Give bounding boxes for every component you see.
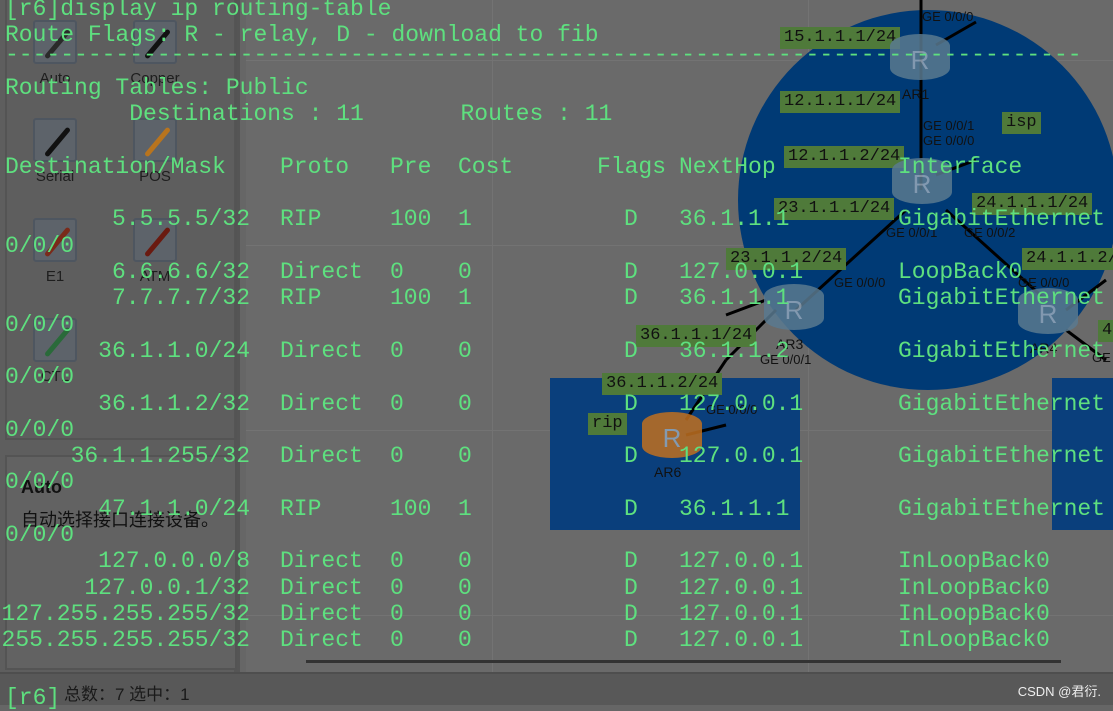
tool-serial[interactable]: Serial xyxy=(5,118,105,185)
router-name: AR3 xyxy=(776,336,804,352)
ip-label: 24.1.1.2/24 xyxy=(1022,248,1113,270)
topology-canvas[interactable]: 15.1.1.1/24 12.1.1.1/24 12.1.1.2/24 23.1.1.… xyxy=(246,0,1113,672)
tool-label: ATM xyxy=(139,268,171,285)
tooltip-title: Auto xyxy=(21,477,62,497)
tool-label: Serial xyxy=(35,168,75,185)
ip-label: 23.1.1.1/24 xyxy=(774,198,895,220)
port-label: GE 0/0/1 xyxy=(886,225,938,240)
port-label: GE 0/0/2 xyxy=(964,225,1016,240)
ip-label: 36.1.1.2/24 xyxy=(602,373,723,395)
tool-ctl[interactable]: CTL xyxy=(5,318,105,385)
port-label: GE 0/0/1 xyxy=(923,118,975,133)
port-label: GE 0/0/1 xyxy=(760,352,812,367)
tooltip: Auto 自动选择接口连接设备。 xyxy=(5,455,237,670)
tool-e1[interactable]: E1 xyxy=(5,218,105,285)
router-icon[interactable]: R xyxy=(1018,288,1078,334)
tool-pos[interactable]: POS xyxy=(105,118,205,185)
port-label: GE 0/0/0 xyxy=(706,402,758,417)
ip-label: isp xyxy=(1002,112,1041,134)
tool-label: Auto xyxy=(39,70,71,87)
copper-link-icon xyxy=(133,20,177,64)
ip-label: 24.1.1.1/24 xyxy=(972,193,1093,215)
pos-link-icon xyxy=(133,118,177,162)
tool-copper[interactable]: Copper xyxy=(105,20,205,87)
router-name: AR1 xyxy=(902,86,930,102)
ip-label: 47 xyxy=(1098,320,1113,342)
tooltip-description: 自动选择接口连接设备。 xyxy=(21,510,219,530)
tool-label: POS xyxy=(139,168,171,185)
ip-label: 15.1.1.1/24 xyxy=(780,27,901,49)
tool-label: E1 xyxy=(45,268,65,285)
tool-auto[interactable]: Auto xyxy=(5,20,105,87)
serial-link-icon xyxy=(33,118,77,162)
watermark: CSDN @君衍. xyxy=(1017,684,1101,699)
tool-atm[interactable]: ATM xyxy=(105,218,205,285)
port-label: GE 0/0/0 xyxy=(834,275,886,290)
port-label: GE xyxy=(1092,350,1111,365)
router-icon[interactable]: R xyxy=(892,158,952,204)
horizontal-scrollbar[interactable] xyxy=(306,660,1061,663)
router-icon[interactable]: R xyxy=(642,412,702,458)
ip-label: rip xyxy=(588,413,627,435)
rip-area-right xyxy=(1052,378,1113,530)
status-bar: 总数：7 选中：1 xyxy=(0,672,1113,705)
ctl-link-icon xyxy=(33,318,77,362)
tool-label: Copper xyxy=(130,70,180,87)
router-name: AR6 xyxy=(654,464,682,480)
router-icon[interactable]: R xyxy=(764,284,824,330)
atm-link-icon xyxy=(133,218,177,262)
ip-label: 12.1.1.2/24 xyxy=(784,146,905,168)
status-text: 总数：7 选中：1 xyxy=(64,685,190,704)
router-name: AR4 xyxy=(1030,340,1058,356)
ip-label: 36.1.1.1/24 xyxy=(636,325,757,347)
router-icon[interactable]: R xyxy=(890,34,950,80)
e1-link-icon xyxy=(33,218,77,262)
port-label: GE 0/0/0 xyxy=(923,133,975,148)
ip-label: 23.1.1.2/24 xyxy=(726,248,847,270)
ip-label: 12.1.1.1/24 xyxy=(780,91,901,113)
tool-label: CTL xyxy=(40,368,70,385)
auto-link-icon xyxy=(33,20,77,64)
port-label: GE 0/0/0 xyxy=(922,9,974,24)
